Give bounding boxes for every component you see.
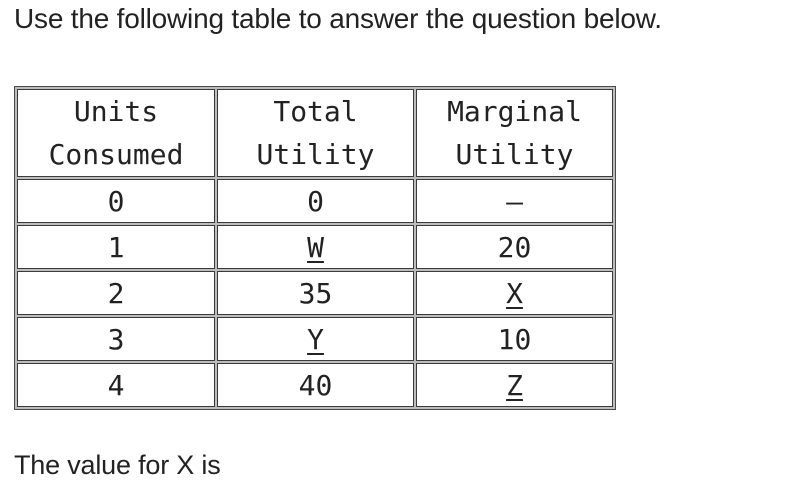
total-utility-cell: W <box>217 225 414 269</box>
question-text: The value for X is <box>14 450 221 480</box>
marginal-utility-cell: X <box>416 271 613 315</box>
marginal-utility-cell: – <box>416 179 613 223</box>
table-row: 2 35 X <box>17 271 613 315</box>
units-cell: 0 <box>17 179 215 223</box>
total-utility-cell: 0 <box>217 179 414 223</box>
units-cell: 1 <box>17 225 215 269</box>
marginal-utility-cell: Z <box>416 363 613 407</box>
table-header-row: Units Consumed Total Utility Marginal Utili… <box>17 89 613 177</box>
total-utility-cell: Y <box>217 317 414 361</box>
table-row: 4 40 Z <box>17 363 613 407</box>
header-units-consumed: Units Consumed <box>17 89 215 177</box>
table-row: 3 Y 10 <box>17 317 613 361</box>
variable-z: Z <box>506 368 523 402</box>
total-utility-cell: 35 <box>217 271 414 315</box>
variable-w: W <box>307 230 324 264</box>
table-row: 0 0 – <box>17 179 613 223</box>
units-cell: 3 <box>17 317 215 361</box>
units-cell: 4 <box>17 363 215 407</box>
marginal-utility-cell: 10 <box>416 317 613 361</box>
variable-x: X <box>506 276 523 310</box>
marginal-utility-cell: 20 <box>416 225 613 269</box>
table-row: 1 W 20 <box>17 225 613 269</box>
header-total-utility: Total Utility <box>217 89 414 177</box>
instruction-text: Use the following table to answer the qu… <box>14 3 662 34</box>
total-utility-cell: 40 <box>217 363 414 407</box>
utility-table: Units Consumed Total Utility Marginal Utili… <box>14 86 616 410</box>
units-cell: 2 <box>17 271 215 315</box>
variable-y: Y <box>307 322 324 356</box>
header-marginal-utility: Marginal Utility <box>416 89 613 177</box>
